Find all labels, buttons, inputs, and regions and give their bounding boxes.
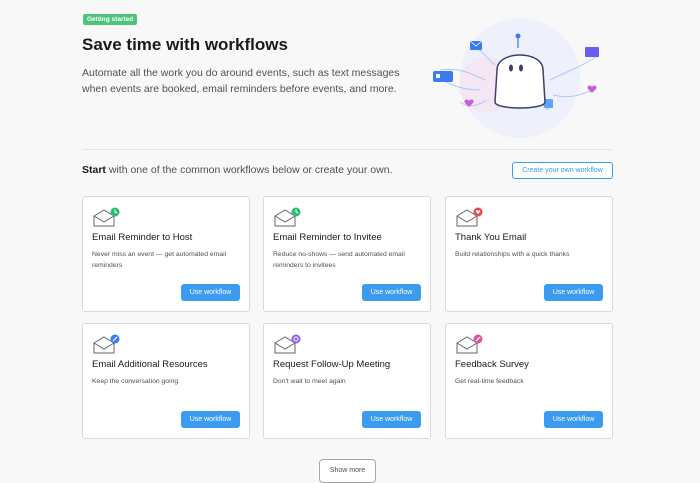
card-subtitle: Never miss an event — get automated emai… xyxy=(92,251,227,269)
envelope-icon xyxy=(456,207,483,227)
create-workflow-button[interactable]: Create your own workflow xyxy=(512,162,613,179)
envelope-icon xyxy=(93,334,120,354)
card-title: Feedback Survey xyxy=(455,359,529,370)
use-workflow-button[interactable]: Use workflow xyxy=(544,284,603,301)
card-subtitle: Keep the conversation going xyxy=(92,378,179,385)
use-workflow-button[interactable]: Use workflow xyxy=(544,411,603,428)
envelope-icon xyxy=(274,207,301,227)
use-workflow-button[interactable]: Use workflow xyxy=(362,284,421,301)
card-subtitle: Don't wait to meet again xyxy=(273,378,346,385)
workflow-illustration xyxy=(432,18,599,138)
card-subtitle: Get real-time feedback xyxy=(455,378,524,385)
card-title: Email Reminder to Host xyxy=(92,232,193,243)
envelope-icon xyxy=(93,207,120,227)
card-subtitle: Reduce no-shows — send automated email r… xyxy=(273,251,405,269)
workflow-card: Feedback Survey Get real-time feedback U… xyxy=(445,323,613,439)
use-workflow-button[interactable]: Use workflow xyxy=(181,284,240,301)
card-title: Email Additional Resources xyxy=(92,359,208,370)
start-instructions: Start with one of the common workflows b… xyxy=(82,164,393,176)
use-workflow-button[interactable]: Use workflow xyxy=(181,411,240,428)
envelope-icon xyxy=(456,334,483,354)
card-subtitle: Build relationships with a quick thanks xyxy=(455,251,570,258)
workflow-card: Thank You Email Build relationships with… xyxy=(445,196,613,312)
workflow-card: Request Follow-Up Meeting Don't wait to … xyxy=(263,323,431,439)
page-description: Automate all the work you do around even… xyxy=(82,67,400,95)
workflow-card: Email Reminder to Host Never miss an eve… xyxy=(82,196,250,312)
card-title: Thank You Email xyxy=(455,232,527,243)
show-more-button[interactable]: Show more xyxy=(319,459,376,483)
card-title: Request Follow-Up Meeting xyxy=(273,359,391,370)
section-divider xyxy=(82,149,613,150)
envelope-icon xyxy=(274,334,301,354)
use-workflow-button[interactable]: Use workflow xyxy=(362,411,421,428)
card-title: Email Reminder to Invitee xyxy=(273,232,382,243)
page-title: Save time with workflows xyxy=(82,35,288,54)
workflow-card: Email Additional Resources Keep the conv… xyxy=(82,323,250,439)
getting-started-badge: Getting started xyxy=(83,14,138,25)
workflow-card: Email Reminder to Invitee Reduce no-show… xyxy=(263,196,431,312)
